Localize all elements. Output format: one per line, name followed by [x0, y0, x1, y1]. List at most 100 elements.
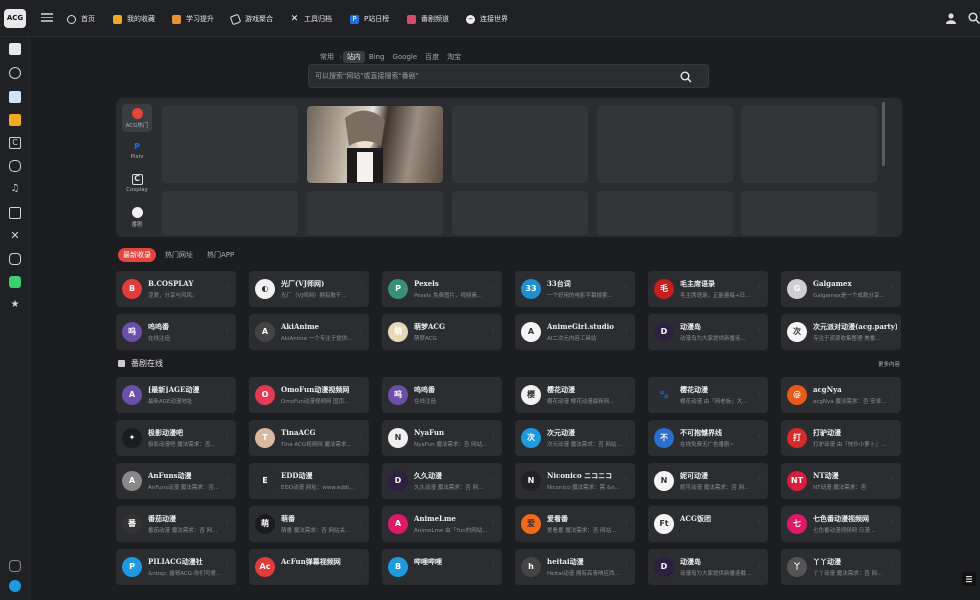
site-card[interactable]: 🐾 樱花动漫 樱花动漫 由「网老板」大... ⁝ [648, 377, 768, 413]
drag-handle-icon[interactable]: ⁝ [625, 327, 631, 336]
site-card[interactable]: A [最新]AGE动漫 最新AGE动漫地址 ⁝ [116, 377, 236, 413]
showcase-tile[interactable] [452, 106, 588, 183]
sidebar-music-icon[interactable]: ♫ [9, 183, 21, 195]
drag-handle-icon[interactable]: ⁝ [359, 519, 365, 528]
drag-handle-icon[interactable]: ⁝ [492, 327, 498, 336]
site-card[interactable]: ◐ 光厂(VJ师网) 光厂（VJ师网）拥有数千... ⁝ [249, 271, 369, 307]
site-card[interactable]: G Galgamex Galgamex是一个成款分享... ⁝ [781, 271, 901, 307]
drag-handle-icon[interactable]: ⁝ [492, 562, 498, 571]
showcase-tile[interactable] [741, 191, 877, 235]
drag-handle-icon[interactable]: ⁝ [226, 562, 232, 571]
site-card[interactable]: 毛毛主席语录 毛主席语录，正能量每+日... ⁝ [648, 271, 768, 307]
site-card[interactable]: O OmoFun动漫视频网 OmoFun动漫视频网 国页... ⁝ [249, 377, 369, 413]
tab-popular-sites[interactable]: 热门网址 [160, 248, 198, 262]
nav-anime[interactable]: 番剧频道 [407, 13, 449, 25]
nav-world[interactable]: − 连接世界 [466, 13, 508, 25]
search-tab-common[interactable]: 常用 [316, 51, 338, 63]
site-card[interactable]: 爱爱看番 爱看番 魔法需求：否 网站... ⁝ [515, 506, 635, 542]
sidebar-copyright-icon[interactable]: C [9, 137, 21, 149]
drag-handle-icon[interactable]: ⁝ [758, 476, 764, 485]
drag-handle-icon[interactable]: ⁝ [359, 284, 365, 293]
sidebar-info-icon[interactable] [9, 580, 21, 592]
site-card[interactable]: N 妮可动漫 妮可动漫 魔法需求：否 网... ⁝ [648, 463, 768, 499]
drag-handle-icon[interactable]: ⁝ [226, 390, 232, 399]
showcase-tile[interactable] [307, 191, 443, 235]
site-card[interactable]: A AnimeLme AnimeLme 由「Yun的网站... ⁝ [382, 506, 502, 542]
showcase-tile[interactable] [162, 191, 298, 235]
sidebar-tools-icon[interactable]: ✕ [9, 230, 21, 242]
site-card[interactable]: E EDD动漫 EDD动漫 网址：www.eddi... ⁝ [249, 463, 369, 499]
category-cosplay[interactable]: C Cosplay [122, 170, 152, 198]
site-card[interactable]: B 哔哩哔哩 ⁝ [382, 549, 502, 585]
site-card[interactable]: A AnFuns动漫 AnFuns动漫 魔法需求：否... ⁝ [116, 463, 236, 499]
drag-handle-icon[interactable]: ⁝ [758, 562, 764, 571]
drag-handle-icon[interactable]: ⁝ [226, 327, 232, 336]
drag-handle-icon[interactable]: ⁝ [891, 327, 897, 336]
search-submit-icon[interactable] [679, 70, 693, 84]
drag-handle-icon[interactable]: ⁝ [359, 390, 365, 399]
sidebar-study-icon[interactable] [9, 114, 21, 126]
site-card[interactable]: A AkiAnime AkiAnime 一个专注于提供... ⁝ [249, 314, 369, 350]
search-tab-taobao[interactable]: 淘宝 [443, 51, 465, 63]
drag-handle-icon[interactable]: ⁝ [625, 433, 631, 442]
site-card[interactable]: D 动漫岛 动漫岛为大家提供新番连载... ⁝ [648, 549, 768, 585]
site-card[interactable]: 萌萌梦ACG 萌梦ACG ⁝ [382, 314, 502, 350]
site-card[interactable]: D 动漫岛 动漫岛为大家提供新番连... ⁝ [648, 314, 768, 350]
nav-study[interactable]: 学习提升 [172, 13, 214, 25]
nav-home[interactable]: 首页 [67, 13, 95, 25]
site-card[interactable]: A AnimeGirl.studio AI二次元内容工具站 ⁝ [515, 314, 635, 350]
site-card[interactable]: ✦ 极影动漫吧 极影动漫吧 魔法需求：否... ⁝ [116, 420, 236, 456]
site-card[interactable]: N Niconico ニコニコ Niconico 魔法需求：需 &n... ⁝ [515, 463, 635, 499]
nav-tools[interactable]: ✕ 工具归档 [290, 13, 332, 25]
site-card[interactable]: D 久久动漫 久久动漫 魔法需求：否 网... ⁝ [382, 463, 502, 499]
drag-handle-icon[interactable]: ⁝ [492, 433, 498, 442]
category-acg-hot[interactable]: ACG热门 [122, 104, 152, 132]
drag-handle-icon[interactable]: ⁝ [625, 562, 631, 571]
drag-handle-icon[interactable]: ⁝ [226, 519, 232, 528]
drag-handle-icon[interactable]: ⁝ [226, 476, 232, 485]
drag-handle-icon[interactable]: ⁝ [891, 519, 897, 528]
hamburger-menu-icon[interactable] [41, 11, 53, 25]
search-tab-bing[interactable]: Bing [365, 52, 389, 62]
drag-handle-icon[interactable]: ⁝ [758, 433, 764, 442]
showcase-tile[interactable] [597, 191, 733, 235]
nav-favorites[interactable]: 我的收藏 [113, 13, 155, 25]
drag-handle-icon[interactable]: ⁝ [625, 519, 631, 528]
nav-pixiv[interactable]: P P站日榜 [350, 13, 389, 25]
drag-handle-icon[interactable]: ⁝ [359, 433, 365, 442]
site-card[interactable]: 呜呜呜番 在线注追 ⁝ [382, 377, 502, 413]
floating-menu-button[interactable] [962, 572, 976, 586]
drag-handle-icon[interactable]: ⁝ [891, 284, 897, 293]
sidebar-video-icon[interactable] [9, 207, 21, 219]
sidebar-database-icon[interactable] [9, 253, 21, 265]
site-card[interactable]: 次次元动漫 次元动漫 魔法需求：否 网站... ⁝ [515, 420, 635, 456]
sidebar-star-icon[interactable]: ★ [9, 299, 21, 311]
showcase-tile[interactable] [162, 106, 298, 183]
drag-handle-icon[interactable]: ⁝ [492, 476, 498, 485]
site-card[interactable]: 丫丫丫动漫 丫丫动漫 魔法需求：否 网... ⁝ [781, 549, 901, 585]
drag-handle-icon[interactable]: ⁝ [891, 562, 897, 571]
drag-handle-icon[interactable]: ⁝ [625, 284, 631, 293]
drag-handle-icon[interactable]: ⁝ [625, 476, 631, 485]
site-card[interactable]: 萌萌番 萌番 魔法需求：否 网站关... ⁝ [249, 506, 369, 542]
drag-handle-icon[interactable]: ⁝ [226, 284, 232, 293]
drag-handle-icon[interactable]: ⁝ [492, 519, 498, 528]
drag-handle-icon[interactable]: ⁝ [758, 519, 764, 528]
site-card[interactable]: h heitai动漫 Heitai动漫 拥有高清响应西... ⁝ [515, 549, 635, 585]
site-card[interactable]: P Pexels Pexels 免费图片，视频素... ⁝ [382, 271, 502, 307]
drag-handle-icon[interactable]: ⁝ [359, 327, 365, 336]
drag-handle-icon[interactable]: ⁝ [625, 390, 631, 399]
site-card[interactable]: 33 33台词 一个好用的电影字幕搜索... ⁝ [515, 271, 635, 307]
tab-popular-apps[interactable]: 热门APP [202, 248, 239, 262]
nav-games[interactable]: 游戏聚合 [229, 13, 273, 25]
showcase-tile-image[interactable] [307, 106, 443, 183]
search-tab-google[interactable]: Google [388, 52, 421, 62]
site-logo[interactable]: ACG [4, 9, 26, 28]
drag-handle-icon[interactable]: ⁝ [226, 433, 232, 442]
more-link[interactable]: 更多内容 [878, 360, 900, 368]
search-input[interactable] [315, 65, 675, 87]
showcase-tile[interactable] [741, 106, 877, 183]
sidebar-doc-icon[interactable] [9, 91, 21, 103]
showcase-tile[interactable] [597, 106, 733, 183]
category-pixiv[interactable]: P Pixiv [122, 137, 152, 165]
